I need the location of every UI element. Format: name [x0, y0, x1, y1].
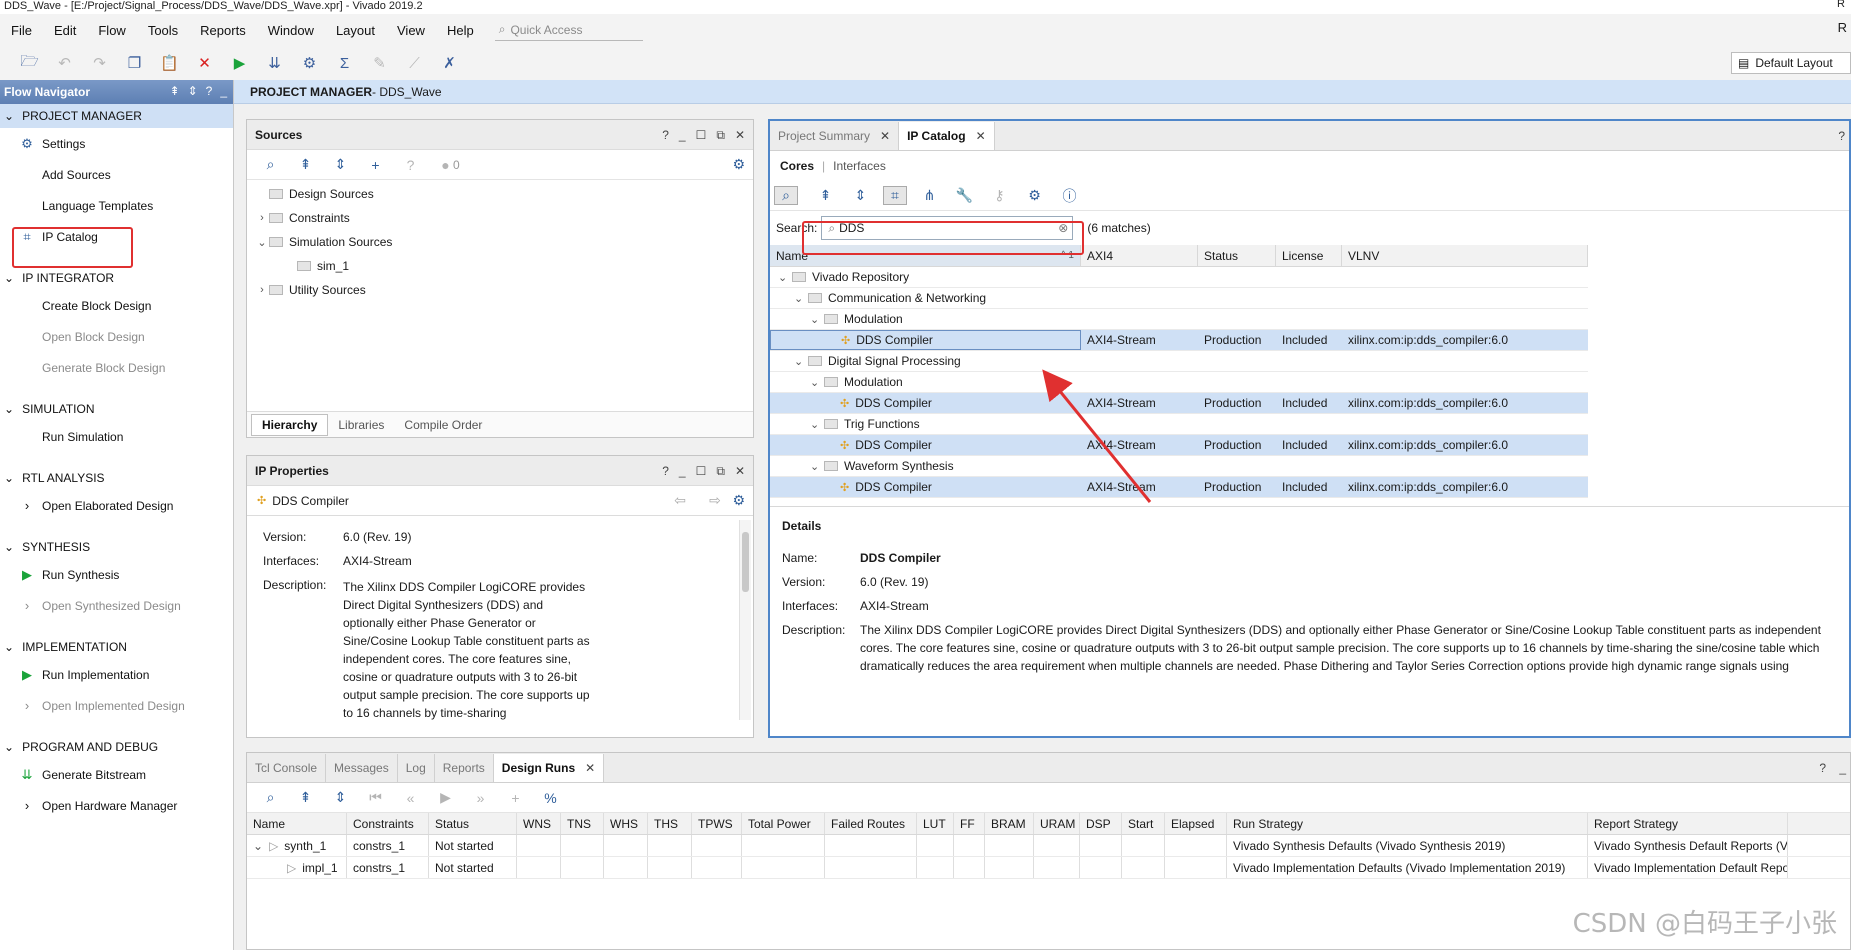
col-label: THS — [654, 816, 678, 831]
col-label: Start — [1128, 816, 1154, 831]
col-header[interactable]: WNS — [517, 813, 561, 834]
col-header[interactable]: Constraints — [347, 813, 429, 834]
run-play-icon: ▷ — [287, 860, 297, 875]
col-label: Elapsed — [1171, 816, 1215, 831]
add-run-icon[interactable]: + — [498, 790, 533, 806]
run-status: Not started — [435, 860, 494, 875]
tab-design-runs[interactable]: Design Runs ✕ — [493, 754, 605, 782]
col-header[interactable]: URAM — [1034, 813, 1080, 834]
col-header[interactable]: Elapsed — [1165, 813, 1227, 834]
col-header[interactable]: Failed Routes — [825, 813, 917, 834]
watermark: CSDN @白码王子小张 — [1572, 909, 1837, 939]
col-header[interactable]: TPWS — [692, 813, 742, 834]
col-label: FF — [960, 816, 975, 831]
col-label: LUT — [923, 816, 946, 831]
col-label: Status — [435, 816, 470, 831]
col-header[interactable]: FF — [954, 813, 985, 834]
col-label: DSP — [1086, 816, 1111, 831]
arrow-line — [1042, 369, 1152, 503]
col-label: TNS — [567, 816, 591, 831]
col-label: URAM — [1040, 816, 1076, 831]
run-row-impl[interactable]: ▷ impl_1 constrs_1 Not started Vivado Imp… — [247, 857, 1850, 879]
run-row-synth[interactable]: ⌄ ▷ synth_1 constrs_1 Not started Vivado S… — [247, 835, 1850, 857]
col-header[interactable]: WHS — [604, 813, 648, 834]
console-tabstrip: Tcl Console Messages Log Reports Design … — [247, 753, 1850, 783]
col-label: Run Strategy — [1233, 816, 1304, 831]
run-name: impl_1 — [302, 860, 338, 875]
col-header[interactable]: Total Power — [742, 813, 825, 834]
tab-log[interactable]: Log — [398, 754, 435, 782]
col-label: Total Power — [748, 816, 811, 831]
launch-icon[interactable]: ▶ — [428, 789, 463, 806]
tab-label: Design Runs — [501, 761, 576, 775]
previous-icon[interactable]: « — [393, 790, 428, 806]
col-header[interactable]: Run Strategy — [1227, 813, 1588, 834]
search-icon[interactable]: ⌕ — [253, 789, 288, 806]
run-constraints: constrs_1 — [353, 860, 406, 875]
help-icon[interactable]: ? — [1819, 761, 1826, 775]
col-label: Constraints — [353, 816, 414, 831]
tab-tcl-console[interactable]: Tcl Console — [247, 754, 327, 782]
run-constraints: constrs_1 — [353, 838, 406, 853]
run-strategy: Vivado Synthesis Defaults (Vivado Synthe… — [1233, 838, 1506, 853]
tab-label: Messages — [334, 761, 389, 775]
tab-messages[interactable]: Messages — [326, 754, 398, 782]
col-header[interactable]: Status — [429, 813, 517, 834]
design-runs-toolbar: ⌕ ⇞ ⇕ ⏮ « ▶ » + % — [247, 783, 1850, 813]
run-status: Not started — [435, 838, 494, 853]
col-label: Report Strategy — [1594, 816, 1679, 831]
expand-all-icon[interactable]: ⇕ — [323, 789, 358, 806]
col-header[interactable]: LUT — [917, 813, 954, 834]
col-header[interactable]: DSP — [1080, 813, 1122, 834]
col-header[interactable]: THS — [648, 813, 692, 834]
run-play-icon: ▷ — [269, 838, 279, 853]
col-label: Name — [253, 816, 286, 831]
col-label: TPWS — [698, 816, 733, 831]
col-header[interactable]: TNS — [561, 813, 604, 834]
first-icon[interactable]: ⏮ — [358, 789, 393, 806]
next-icon[interactable]: » — [463, 790, 498, 806]
report-strategy: Vivado Synthesis Default Reports (Vivado — [1594, 838, 1788, 853]
col-label: Failed Routes — [831, 816, 906, 831]
tab-label: Tcl Console — [255, 761, 318, 775]
col-label: WHS — [610, 816, 638, 831]
runs-grid-header: Name Constraints Status WNS TNS WHS THS … — [247, 813, 1850, 835]
col-header[interactable]: Report Strategy — [1588, 813, 1788, 834]
minimize-icon[interactable]: _ — [1839, 761, 1846, 775]
tab-reports[interactable]: Reports — [435, 754, 494, 782]
col-header[interactable]: Start — [1122, 813, 1165, 834]
tab-label: Log — [405, 761, 426, 775]
close-icon[interactable]: ✕ — [585, 761, 595, 775]
percent-icon[interactable]: % — [533, 790, 568, 806]
report-strategy: Vivado Implementation Default Reports (V — [1594, 860, 1787, 875]
run-strategy: Vivado Implementation Defaults (Vivado I… — [1233, 860, 1566, 875]
col-header[interactable]: BRAM — [985, 813, 1034, 834]
col-header[interactable]: Name — [247, 813, 347, 834]
chevron-down-icon[interactable]: ⌄ — [253, 839, 263, 853]
col-label: WNS — [523, 816, 551, 831]
collapse-all-icon[interactable]: ⇞ — [288, 789, 323, 806]
col-label: BRAM — [991, 816, 1026, 831]
run-name: synth_1 — [284, 838, 327, 853]
tab-label: Reports — [442, 761, 485, 775]
